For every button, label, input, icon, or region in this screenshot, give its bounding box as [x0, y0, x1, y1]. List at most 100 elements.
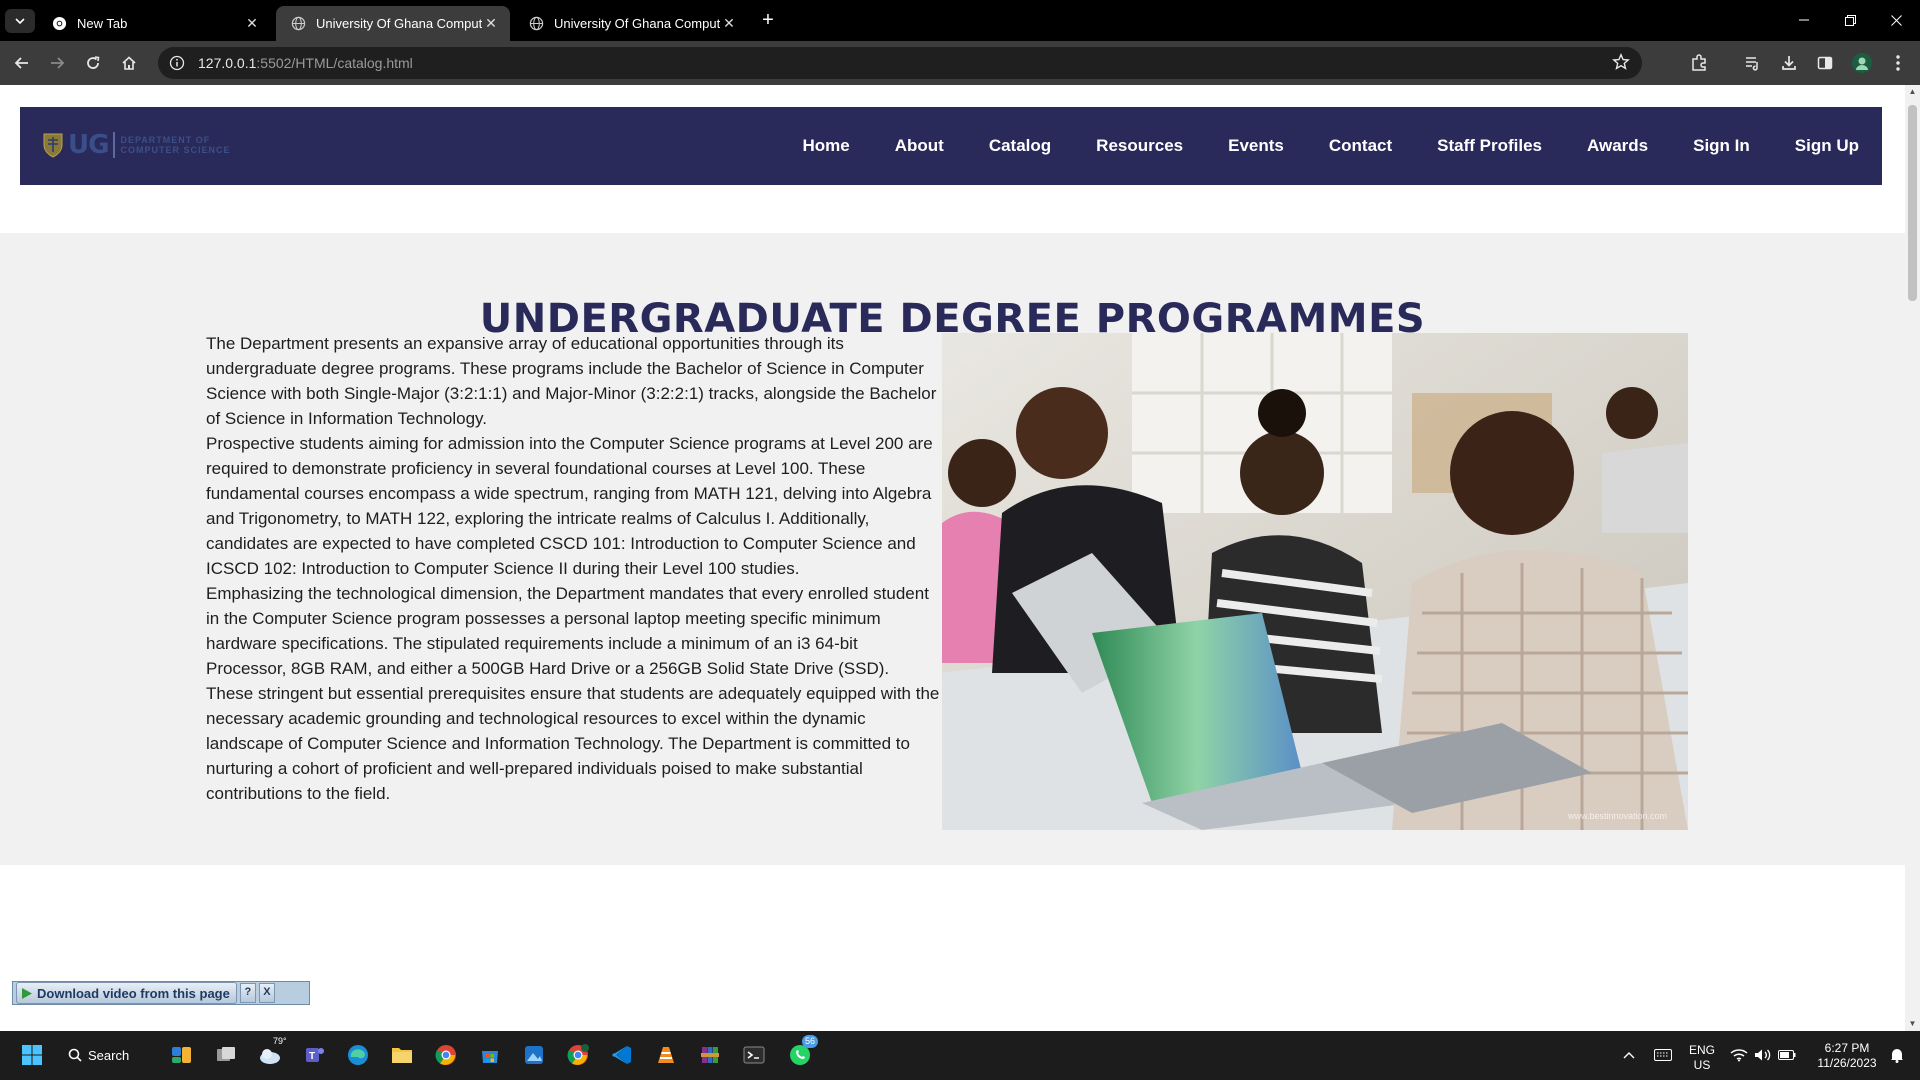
tab-catalog-active[interactable]: University Of Ghana Computer ✕ [276, 6, 510, 41]
tab-new-tab[interactable]: New Tab ✕ [37, 6, 271, 41]
vlc-icon[interactable] [652, 1041, 680, 1069]
restore-icon[interactable] [1828, 8, 1872, 32]
site-info-icon[interactable] [168, 54, 186, 72]
widgets-icon[interactable] [168, 1041, 196, 1069]
forward-arrow-icon[interactable] [44, 50, 70, 76]
terminal-icon[interactable] [740, 1041, 768, 1069]
video-download-bar: Download video from this page ? X [12, 981, 310, 1005]
language-indicator[interactable]: ENG US [1684, 1043, 1720, 1073]
weather-icon[interactable]: 79° [256, 1036, 287, 1069]
nav-contact[interactable]: Contact [1329, 136, 1392, 156]
file-explorer-icon[interactable] [388, 1041, 416, 1069]
close-tab-icon[interactable]: ✕ [720, 15, 738, 33]
close-tab-icon[interactable]: ✕ [482, 15, 500, 33]
browser-toolbar: 127.0.0.1:5502/HTML/catalog.html [0, 41, 1920, 85]
logo-dept-line1: DEPARTMENT OF [120, 135, 211, 145]
tab-title: University Of Ghana Computer [554, 16, 720, 31]
taskbar-search[interactable]: Search [68, 1041, 129, 1069]
nav-events[interactable]: Events [1228, 136, 1284, 156]
new-tab-plus-icon[interactable]: + [758, 10, 778, 30]
nav-awards[interactable]: Awards [1587, 136, 1648, 156]
nav-resources[interactable]: Resources [1096, 136, 1183, 156]
download-close-button[interactable]: X [258, 983, 275, 1003]
minimize-icon[interactable] [1782, 8, 1826, 32]
paragraph-admission: Prospective students aiming for admissio… [206, 434, 933, 578]
page-scrollbar[interactable]: ▲ ▼ [1905, 85, 1920, 1031]
paragraph-laptop-requirements: Emphasizing the technological dimension,… [206, 584, 929, 678]
browser-tabstrip: New Tab ✕ University Of Ghana Computer ✕… [0, 0, 1920, 41]
download-video-label: Download video from this page [37, 985, 230, 1001]
wifi-icon[interactable] [1728, 1041, 1750, 1069]
whatsapp-unread-badge: 56 [802, 1035, 819, 1048]
chevron-down-icon [15, 18, 25, 25]
microsoft-store-icon[interactable] [476, 1041, 504, 1069]
photos-icon[interactable] [520, 1041, 548, 1069]
tab-search-button[interactable] [5, 9, 35, 33]
nav-catalog[interactable]: Catalog [989, 136, 1051, 156]
profile-avatar-icon[interactable] [1849, 50, 1875, 76]
media-queue-icon[interactable] [1740, 50, 1766, 76]
chrome-icon[interactable] [432, 1041, 460, 1069]
globe-icon [290, 16, 306, 32]
windows-start-icon[interactable] [18, 1041, 46, 1069]
language-line1: ENG [1688, 1043, 1715, 1057]
search-icon [68, 1048, 82, 1062]
edge-icon[interactable] [344, 1041, 372, 1069]
paragraph-programs: The Department presents an expansive arr… [206, 334, 937, 428]
scroll-thumb[interactable] [1908, 105, 1917, 301]
url-host: 127.0.0.1 [198, 55, 257, 71]
weather-temp: 79° [273, 1036, 287, 1046]
photo-watermark: www.bestinnovation.com [1567, 811, 1667, 821]
volume-icon[interactable] [1752, 1041, 1774, 1069]
vscode-icon[interactable] [608, 1041, 636, 1069]
nav-staff-profiles[interactable]: Staff Profiles [1437, 136, 1542, 156]
nav-sign-up[interactable]: Sign Up [1795, 136, 1859, 156]
university-crest-icon [43, 133, 63, 158]
department-logo[interactable]: UG DEPARTMENT OF COMPUTER SCIENCE [42, 129, 230, 161]
page-viewport: UG DEPARTMENT OF COMPUTER SCIENCE Home A… [0, 85, 1905, 1031]
keyboard-icon[interactable] [1652, 1041, 1674, 1069]
nav-links: Home About Catalog Resources Events Cont… [758, 107, 1860, 185]
clock[interactable]: 6:27 PM 11/26/2023 [1808, 1041, 1886, 1071]
logo-ug-text: UG [68, 130, 109, 160]
download-help-button[interactable]: ? [239, 983, 256, 1003]
play-icon [22, 987, 32, 999]
battery-icon[interactable] [1776, 1041, 1798, 1069]
nav-about[interactable]: About [895, 136, 944, 156]
bookmark-star-icon[interactable] [1612, 53, 1632, 73]
globe-icon [528, 16, 544, 32]
scroll-up-arrow-icon[interactable]: ▲ [1908, 87, 1917, 96]
download-video-button[interactable]: Download video from this page [16, 982, 237, 1004]
tab-catalog[interactable]: University Of Ghana Computer ✕ [514, 6, 748, 41]
notification-bell-icon[interactable] [1886, 1041, 1908, 1069]
window-close-icon[interactable] [1874, 8, 1918, 32]
browser-menu-icon[interactable] [1885, 50, 1911, 76]
logo-dept-line2: COMPUTER SCIENCE [120, 145, 231, 155]
nav-home[interactable]: Home [803, 136, 850, 156]
task-view-icon[interactable] [212, 1041, 240, 1069]
clock-date: 11/26/2023 [1817, 1056, 1877, 1070]
back-arrow-icon[interactable] [9, 50, 35, 76]
whatsapp-icon[interactable]: 56 [786, 1035, 819, 1069]
paragraph-conclusion: These stringent but essential prerequisi… [206, 684, 940, 803]
search-label: Search [88, 1047, 130, 1063]
downloads-icon[interactable] [1776, 50, 1802, 76]
url-text: 127.0.0.1:5502/HTML/catalog.html [198, 55, 413, 71]
site-navbar: UG DEPARTMENT OF COMPUTER SCIENCE Home A… [20, 107, 1882, 185]
extensions-icon[interactable] [1686, 50, 1712, 76]
reload-icon[interactable] [80, 50, 106, 76]
close-tab-icon[interactable]: ✕ [243, 15, 261, 33]
address-bar[interactable]: 127.0.0.1:5502/HTML/catalog.html [158, 47, 1642, 79]
nav-sign-in[interactable]: Sign In [1693, 136, 1750, 156]
teams-icon[interactable]: T [300, 1041, 328, 1069]
tab-title: New Tab [77, 16, 128, 31]
show-hidden-icons-chevron-up-icon[interactable] [1620, 1041, 1638, 1069]
side-panel-icon[interactable] [1812, 50, 1838, 76]
clock-time: 6:27 PM [1824, 1041, 1870, 1055]
chrome-profile-icon[interactable] [564, 1041, 592, 1069]
winrar-icon[interactable] [696, 1041, 724, 1069]
home-icon[interactable] [116, 50, 142, 76]
scroll-down-arrow-icon[interactable]: ▼ [1908, 1019, 1917, 1028]
programmes-section: UNDERGRADUATE DEGREE PROGRAMMES The Depa… [0, 233, 1905, 865]
tab-title: University Of Ghana Computer [316, 16, 482, 31]
